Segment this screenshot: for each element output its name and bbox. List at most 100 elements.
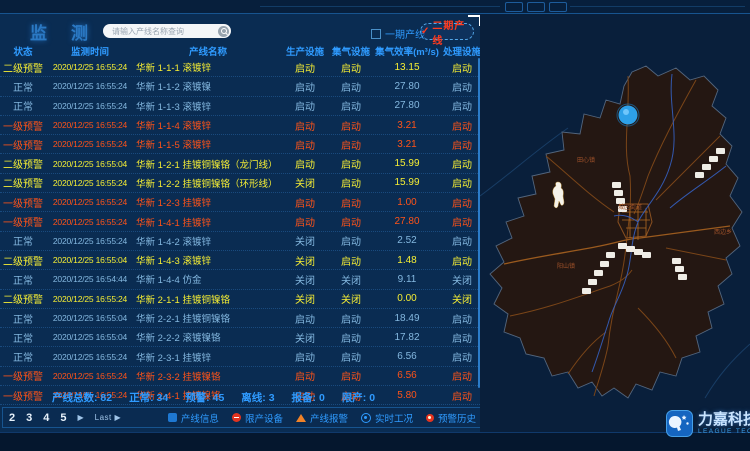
map-town-label: 阳山镇 xyxy=(557,262,575,270)
cell-gas-collect: 启动 xyxy=(328,330,374,345)
legend-item[interactable]: 产线报警 xyxy=(296,411,348,425)
cell-status: 一级预警 xyxy=(0,137,46,152)
page-button[interactable]: 3 xyxy=(26,412,32,424)
cell-gas-collect: 关闭 xyxy=(328,272,374,287)
table-row[interactable]: 二级预警2020/12/25 16:55:04华新 1-2-1 挂镀铜镍铬（龙门… xyxy=(0,154,484,173)
legend-label: 限产设备 xyxy=(245,411,283,425)
cell-efficiency: 15.99 xyxy=(374,177,440,188)
table-row[interactable]: 正常2020/12/25 16:55:24华新 1-1-2 滚镀镍启动启动27.… xyxy=(0,77,484,96)
cell-line-name: 华新 1-4-2 滚镀锌 xyxy=(134,234,282,248)
summary-item: 限产: 0 xyxy=(342,390,375,405)
map-town-label: 西边乡 xyxy=(714,228,732,236)
brand-logo-icon xyxy=(666,410,693,437)
table-row[interactable]: 正常2020/12/25 16:55:24华新 1-4-2 滚镀锌关闭启动2.5… xyxy=(0,232,484,251)
phase1-filter[interactable]: 一期产线 xyxy=(371,26,425,41)
cell-time: 2020/12/25 16:55:04 xyxy=(46,313,134,323)
legend-label: 产线报警 xyxy=(310,411,348,425)
col-treatment: 处理设施 xyxy=(440,44,484,58)
table-row[interactable]: 二级预警2020/12/25 16:55:24华新 2-1-1 挂镀铜镍铬关闭关… xyxy=(0,290,484,309)
table-row[interactable]: 二级预警2020/12/25 16:55:24华新 1-1-1 滚镀锌启动启动1… xyxy=(0,58,484,77)
cell-time: 2020/12/25 16:55:04 xyxy=(46,332,134,342)
cell-line-name: 华新 2-1-1 挂镀铜镍铬 xyxy=(134,292,282,306)
cell-gas-collect: 启动 xyxy=(328,368,374,383)
last-page-button[interactable]: Last ▶ xyxy=(95,413,122,422)
cell-line-name: 华新 1-4-3 滚镀锌 xyxy=(134,253,282,267)
search-box[interactable] xyxy=(103,24,231,38)
table-row[interactable]: 一级预警2020/12/25 16:55:24华新 1-1-5 滚镀锌启动启动3… xyxy=(0,135,484,154)
cell-gas-collect: 启动 xyxy=(328,233,374,248)
table-row[interactable]: 一级预警2020/12/25 16:55:24华新 1-4-1 挂镀锌启动启动2… xyxy=(0,212,484,231)
table-row[interactable]: 一级预警2020/12/25 16:55:24华新 2-3-2 挂镀镍铬启动启动… xyxy=(0,367,484,386)
cell-gas-collect: 启动 xyxy=(328,349,374,364)
cell-efficiency: 3.21 xyxy=(374,120,440,131)
cell-production: 启动 xyxy=(282,156,328,171)
map-town-label: 城区街道 xyxy=(618,203,642,211)
decor-line xyxy=(260,6,500,7)
map-sign-rect xyxy=(672,258,681,264)
cell-time: 2020/12/25 16:55:24 xyxy=(46,178,134,188)
bottom-toolbar: 2345 ▶ Last ▶ 产线信息 限产设备 产线报警实时工况预警历史 xyxy=(2,407,483,428)
table-row[interactable]: 正常2020/12/25 16:55:04华新 2-2-1 挂镀铜镍铬启动启动1… xyxy=(0,309,484,328)
cell-time: 2020/12/25 16:55:24 xyxy=(46,139,134,149)
pagination: 2345 ▶ Last ▶ xyxy=(9,412,121,424)
cell-production: 启动 xyxy=(282,214,328,229)
phase1-checkbox[interactable] xyxy=(371,29,381,39)
next-page-button[interactable]: ▶ xyxy=(78,413,84,422)
cell-status: 正常 xyxy=(0,330,46,345)
page-button[interactable]: 4 xyxy=(43,412,49,424)
decor-tab xyxy=(549,2,567,12)
cell-gas-collect: 启动 xyxy=(328,118,374,133)
map-marker[interactable] xyxy=(617,104,639,126)
cell-production: 启动 xyxy=(282,79,328,94)
table-row[interactable]: 正常2020/12/25 16:55:24华新 2-3-1 挂镀锌启动启动6.5… xyxy=(0,347,484,366)
table-row[interactable]: 正常2020/12/25 16:55:24华新 1-1-3 滚镀锌启动启动27.… xyxy=(0,97,484,116)
cell-time: 2020/12/25 16:55:24 xyxy=(46,197,134,207)
summary-item: 预警: 45 xyxy=(185,390,224,405)
district-map[interactable]: 田心镇城区街道西边乡阳山镇 xyxy=(480,14,750,432)
map-sign-rect xyxy=(642,252,651,258)
cell-production: 启动 xyxy=(282,195,328,210)
cell-line-name: 华新 1-4-4 仿金 xyxy=(134,272,282,286)
cell-production: 关闭 xyxy=(282,233,328,248)
cell-gas-collect: 启动 xyxy=(328,60,374,75)
top-decor-strip xyxy=(0,0,750,14)
cell-efficiency: 3.21 xyxy=(374,139,440,150)
legend-item[interactable]: 预警历史 xyxy=(426,411,476,425)
table-row[interactable]: 一级预警2020/12/25 16:55:24华新 1-1-4 滚镀锌启动启动3… xyxy=(0,116,484,135)
cell-gas-collect: 启动 xyxy=(328,214,374,229)
cell-time: 2020/12/25 16:55:24 xyxy=(46,120,134,130)
cell-line-name: 华新 1-2-1 挂镀铜镍铬（龙门线） xyxy=(134,157,282,171)
cell-status: 二级预警 xyxy=(0,291,46,306)
legend-item[interactable]: 实时工况 xyxy=(361,411,413,425)
cell-line-name: 华新 2-2-1 挂镀铜镍铬 xyxy=(134,311,282,325)
cell-time: 2020/12/25 16:54:44 xyxy=(46,274,134,284)
search-icon[interactable] xyxy=(218,26,229,37)
cell-efficiency: 6.56 xyxy=(374,351,440,362)
cell-efficiency: 18.49 xyxy=(374,313,440,324)
table-row[interactable]: 正常2020/12/25 16:55:04华新 2-2-2 滚镀镍铬关闭启动17… xyxy=(0,328,484,347)
table-row[interactable]: 二级预警2020/12/25 16:55:24华新 1-2-2 挂镀铜镍铬（环形… xyxy=(0,174,484,193)
realtime-icon xyxy=(361,413,371,423)
cell-gas-collect: 启动 xyxy=(328,156,374,171)
marker-dot[interactable] xyxy=(619,106,638,125)
cell-time: 2020/12/25 16:55:24 xyxy=(46,101,134,111)
map-sign-rect xyxy=(716,148,725,154)
cell-time: 2020/12/25 16:55:04 xyxy=(46,159,134,169)
map-sign-rect xyxy=(626,246,635,252)
search-input[interactable] xyxy=(110,26,218,37)
cell-line-name: 华新 1-4-1 挂镀锌 xyxy=(134,215,282,229)
legend-item[interactable]: 限产设备 xyxy=(232,411,283,425)
table-row[interactable]: 一级预警2020/12/25 16:55:24华新 1-2-3 挂镀锌启动启动1… xyxy=(0,193,484,212)
phase2-button[interactable]: ✓ 二期产线 xyxy=(420,23,474,40)
legend-item[interactable]: 产线信息 xyxy=(168,411,219,425)
table-row[interactable]: 正常2020/12/25 16:54:44华新 1-4-4 仿金关闭关闭9.11… xyxy=(0,270,484,289)
map-legend: 产线信息 限产设备 产线报警实时工况预警历史 xyxy=(168,411,476,425)
summary-item: 正常: 34 xyxy=(129,390,168,405)
cell-efficiency: 9.11 xyxy=(374,274,440,285)
cell-status: 正常 xyxy=(0,79,46,94)
page-button[interactable]: 5 xyxy=(60,412,66,424)
history-dot-icon xyxy=(426,414,434,422)
page-button[interactable]: 2 xyxy=(9,412,15,424)
table-row[interactable]: 二级预警2020/12/25 16:55:04华新 1-4-3 滚镀锌关闭启动1… xyxy=(0,251,484,270)
cell-efficiency: 2.52 xyxy=(374,235,440,246)
